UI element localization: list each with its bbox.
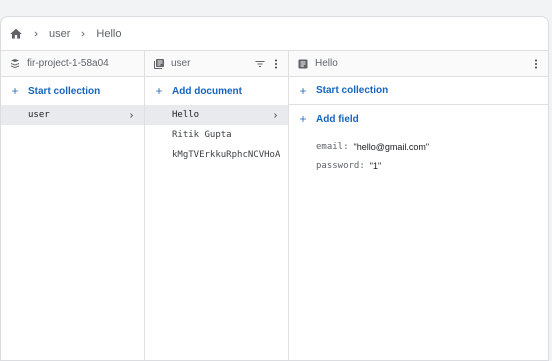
collection-item-label: user [28,110,50,120]
document-icon [297,58,309,70]
document-item-label: Ritik Gupta [172,130,232,140]
document-item-label: Hello [172,110,200,120]
breadcrumb-item-collection[interactable]: user [49,28,70,40]
home-icon[interactable] [9,27,23,41]
more-vert-icon[interactable] [270,58,282,70]
start-collection-button[interactable]: Start collection [1,77,144,105]
plus-icon [298,114,308,124]
data-columns: fir-project-1-58a04 Start collection use… [1,51,548,360]
plus-icon [10,86,20,96]
document-item-hello[interactable]: Hello [145,105,288,125]
document-item-ritik-gupta[interactable]: Ritik Gupta [145,125,288,145]
field-row-password[interactable]: password: "1" [289,156,548,175]
plus-icon [154,86,164,96]
field-list: email: "hello@gmail.com" password: "1" [289,133,548,175]
field-value: "hello@gmail.com" [353,141,430,152]
start-subcollection-button[interactable]: Start collection [289,77,548,105]
database-icon [9,58,21,70]
chevron-right-icon [31,29,41,39]
project-column: fir-project-1-58a04 Start collection use… [1,51,145,360]
add-field-button[interactable]: Add field [289,105,548,133]
collection-column-header: user [145,51,288,77]
add-document-label: Add document [172,85,242,97]
field-row-email[interactable]: email: "hello@gmail.com" [289,137,548,156]
plus-icon [298,86,308,96]
document-item-label: kMgTVErkkuRphcNCVHoA [172,150,280,160]
document-item-kmgtverkku[interactable]: kMgTVErkkuRphcNCVHoA [145,145,288,165]
filter-icon[interactable] [254,58,266,70]
collection-column: user Add document Hello Ritik Gupta kMgT… [145,51,289,360]
chevron-right-icon [127,111,136,120]
field-value: "1" [369,160,382,171]
collection-item-user[interactable]: user [1,105,144,125]
more-vert-icon[interactable] [530,58,542,70]
document-title: Hello [315,58,338,69]
chevron-right-icon [271,111,280,120]
collection-icon [153,58,165,70]
breadcrumb-item-document[interactable]: Hello [96,28,121,40]
field-key: email: [316,141,349,152]
document-column-header: Hello [289,51,548,77]
add-field-label: Add field [316,113,359,125]
collection-title: user [171,58,191,69]
document-column: Hello Start collection Add field email: … [289,51,548,360]
start-collection-label: Start collection [28,85,101,97]
add-document-button[interactable]: Add document [145,77,288,105]
firestore-panel: user Hello fir-project-1-58a04 Start col… [0,16,549,361]
project-column-header: fir-project-1-58a04 [1,51,144,77]
breadcrumb: user Hello [1,17,548,51]
chevron-right-icon [78,29,88,39]
start-subcollection-label: Start collection [316,85,389,96]
field-key: password: [316,160,365,171]
project-title: fir-project-1-58a04 [27,58,109,69]
